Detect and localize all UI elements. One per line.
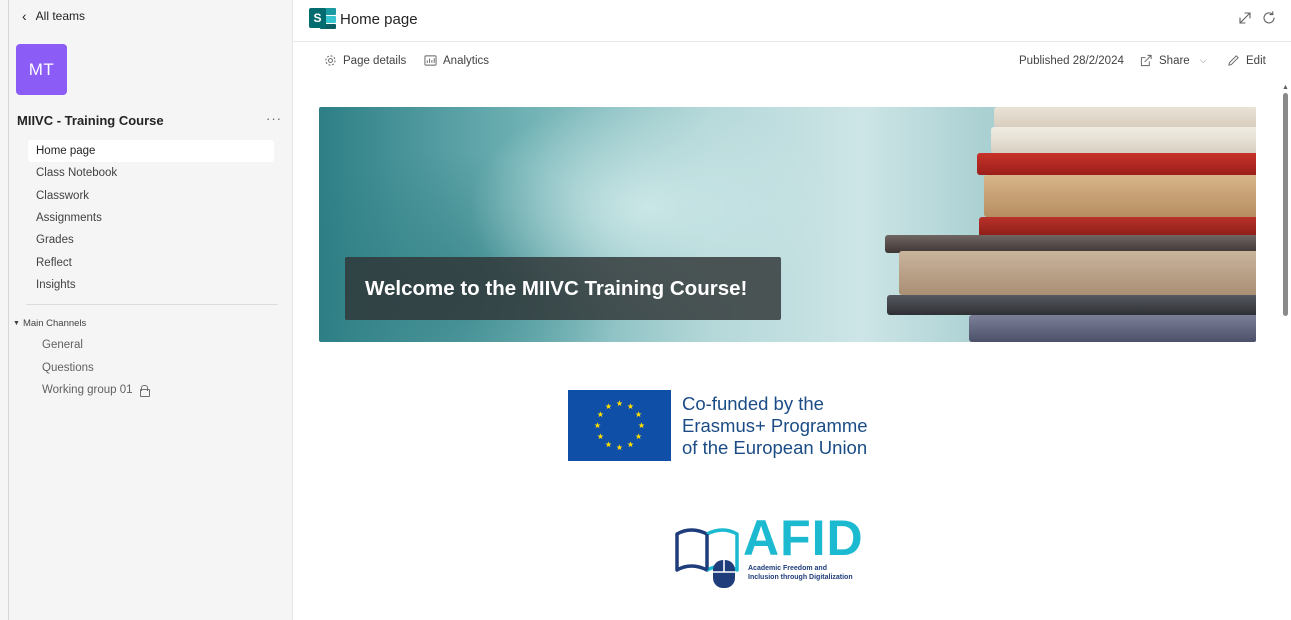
afid-wordmark: AFID <box>743 510 864 566</box>
eu-flag-icon <box>568 390 671 461</box>
refresh-icon[interactable] <box>1261 10 1277 26</box>
eu-text-line: Co-funded by the <box>682 393 824 414</box>
nav-item-label: Insights <box>36 278 76 291</box>
all-teams-label: All teams <box>35 9 86 23</box>
eu-text-line: of the European Union <box>682 437 868 458</box>
nav-item-grades[interactable]: Grades <box>28 229 274 251</box>
hero-title: Welcome to the MIIVC Training Course! <box>365 276 748 300</box>
nav-item-insights[interactable]: Insights <box>28 274 274 296</box>
sharepoint-icon-letter: S <box>309 8 326 28</box>
gear-icon <box>325 55 336 66</box>
nav-item-assignments[interactable]: Assignments <box>28 207 274 229</box>
sidebar-edge <box>8 0 9 620</box>
scroll-up-arrow-icon[interactable]: ▲ <box>1282 84 1289 91</box>
chevron-left-icon: ‹ <box>22 8 27 24</box>
tab-header: S Home page <box>293 0 1291 42</box>
all-teams-link[interactable]: ‹ All teams <box>22 7 85 25</box>
sharepoint-icon: S <box>309 5 337 33</box>
page-details-button[interactable]: Page details <box>324 54 406 67</box>
main-channels-toggle[interactable]: ▼ Main Channels <box>13 318 86 329</box>
team-avatar[interactable]: MT <box>16 44 67 95</box>
team-name[interactable]: MIIVC - Training Course <box>17 113 164 128</box>
share-icon <box>1140 54 1152 67</box>
nav-item-label: Reflect <box>36 256 72 269</box>
nav-item-class-notebook[interactable]: Class Notebook <box>28 162 274 184</box>
eu-cofunded-text: Co-funded by the Erasmus+ Programme of t… <box>682 393 868 459</box>
channel-questions[interactable]: Questions <box>36 357 276 380</box>
chevron-down-icon: ⌵ <box>1199 55 1207 65</box>
nav-item-label: Grades <box>36 234 74 247</box>
nav-item-classwork[interactable]: Classwork <box>28 185 274 207</box>
sidebar-divider <box>26 304 278 305</box>
nav-item-label: Classwork <box>36 189 90 202</box>
caret-down-icon: ▼ <box>13 320 20 327</box>
main-content: S Home page Page details Analytics Publi… <box>293 0 1291 620</box>
afid-subtitle-line: Inclusion through Digitalization <box>748 574 853 581</box>
page-details-label: Page details <box>343 54 407 67</box>
page-title: Home page <box>340 11 418 28</box>
afid-logo: AFID Academic Freedom and Inclusion thro… <box>673 512 903 592</box>
hero-banner: Welcome to the MIIVC Training Course! <box>319 107 1256 342</box>
nav-item-home-page[interactable]: Home page <box>28 140 274 163</box>
hero-caption: Welcome to the MIIVC Training Course! <box>345 257 781 320</box>
afid-subtitle-line: Academic Freedom and <box>748 565 827 572</box>
nav-item-reflect[interactable]: Reflect <box>28 251 274 273</box>
team-nav: Home page Class Notebook Classwork Assig… <box>28 140 274 296</box>
share-button[interactable]: Share ⌵ <box>1140 54 1207 67</box>
analytics-icon <box>424 55 437 66</box>
nav-item-label: Assignments <box>36 212 102 225</box>
published-date: Published 28/2/2024 <box>1019 55 1124 67</box>
afid-subtitle: Academic Freedom and Inclusion through D… <box>748 564 853 582</box>
channel-list: General Questions Working group 01 <box>36 334 276 402</box>
command-bar: Page details Analytics Published 28/2/20… <box>293 50 1291 74</box>
nav-item-label: Home page <box>36 145 96 158</box>
main-channels-label: Main Channels <box>22 318 87 329</box>
nav-item-label: Class Notebook <box>36 167 118 180</box>
expand-icon[interactable] <box>1237 10 1253 26</box>
share-label: Share <box>1159 54 1190 67</box>
analytics-label: Analytics <box>443 54 490 67</box>
channel-general[interactable]: General <box>36 334 276 357</box>
pencil-icon <box>1228 55 1239 66</box>
channel-label: Questions <box>42 361 94 374</box>
edit-label: Edit <box>1246 54 1266 67</box>
channel-working-group-01[interactable]: Working group 01 <box>36 379 276 402</box>
team-avatar-initials: MT <box>28 59 55 79</box>
edit-button[interactable]: Edit <box>1227 54 1266 67</box>
book-mouse-icon <box>675 528 739 588</box>
scrollbar-thumb[interactable] <box>1283 93 1288 316</box>
channel-label: Working group 01 <box>42 384 133 397</box>
lock-icon <box>139 385 150 398</box>
channel-label: General <box>42 339 83 352</box>
eu-text-line: Erasmus+ Programme <box>682 415 868 436</box>
sidebar: ‹ All teams MT MIIVC - Training Course ·… <box>0 0 293 620</box>
analytics-button[interactable]: Analytics <box>424 54 489 67</box>
more-options-icon[interactable]: ··· <box>266 111 282 126</box>
